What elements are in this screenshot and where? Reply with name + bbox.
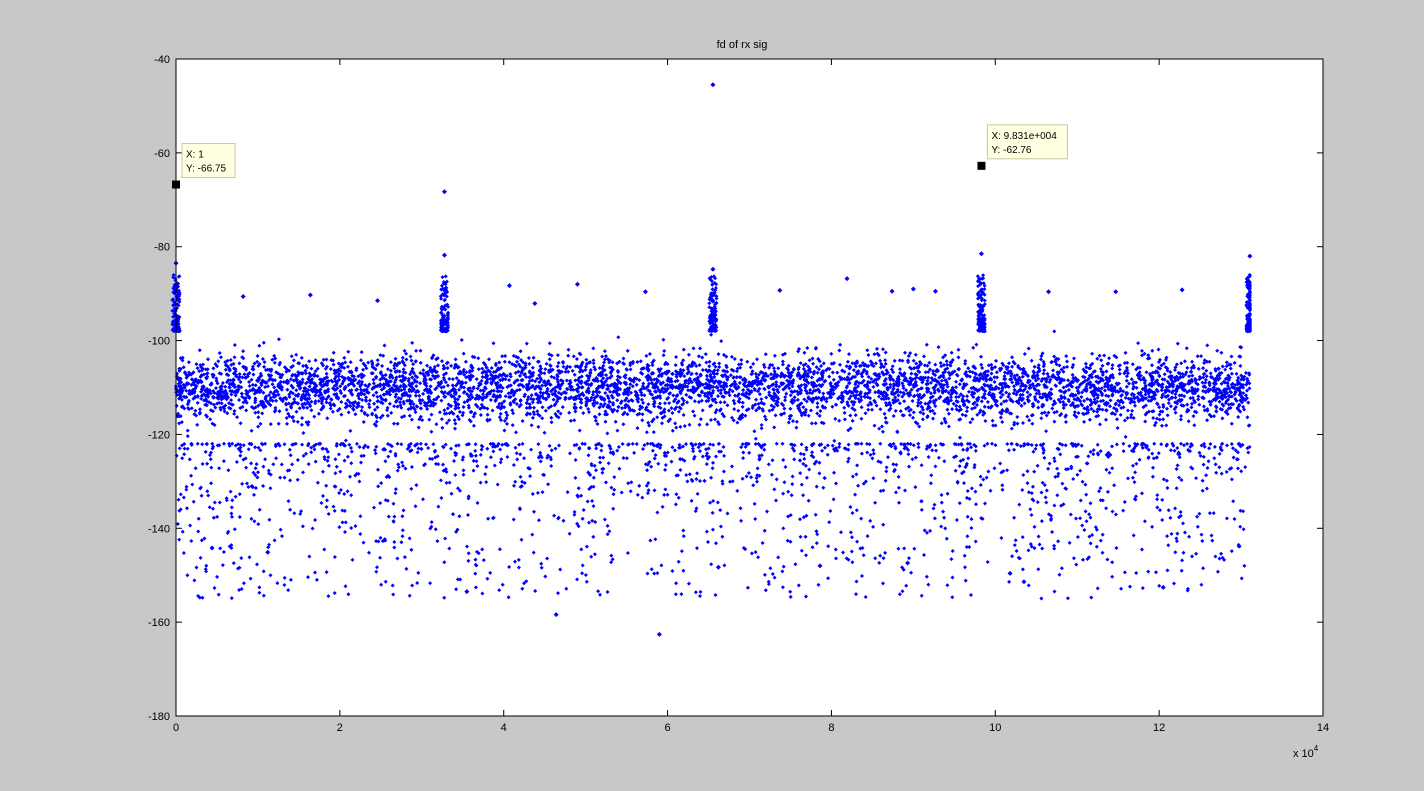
x-tick-label: 0 <box>173 722 179 734</box>
y-tick-label: -120 <box>148 429 170 441</box>
x-tick-label: 12 <box>1153 722 1165 734</box>
chart-title: fd of rx sig <box>717 39 768 51</box>
datatip-x-text: X: 1 <box>186 150 204 161</box>
x-tick-label: 10 <box>989 722 1001 734</box>
datatip-y-text: Y: -62.76 <box>991 145 1031 156</box>
x-exponent-power: 4 <box>1314 744 1319 753</box>
x-exponent-base: x 10 <box>1293 748 1314 760</box>
y-tick-label: -160 <box>148 617 170 629</box>
datatip-marker[interactable] <box>172 180 181 189</box>
y-tick-label: -80 <box>154 242 170 254</box>
x-tick-label: 2 <box>337 722 343 734</box>
y-tick-label: -40 <box>154 54 170 66</box>
x-tick-label: 6 <box>665 722 671 734</box>
x-exponent-label: x 104 <box>1293 744 1319 760</box>
datatip-y-text: Y: -66.75 <box>186 164 226 175</box>
y-tick-label: -60 <box>154 148 170 160</box>
y-tick-label: -100 <box>148 336 170 348</box>
datatip-marker[interactable] <box>977 161 986 170</box>
y-tick-label: -180 <box>148 711 170 723</box>
x-tick-label: 14 <box>1317 722 1329 734</box>
x-tick-label: 8 <box>828 722 834 734</box>
datatip-x-text: X: 9.831e+004 <box>991 131 1057 142</box>
x-tick-label: 4 <box>501 722 507 734</box>
figure: 0 2 4 6 8 10 12 14 -40 -60 -80 -100 -120 -140 -160 -18… <box>148 39 1329 760</box>
y-tick-label: -140 <box>148 523 170 535</box>
